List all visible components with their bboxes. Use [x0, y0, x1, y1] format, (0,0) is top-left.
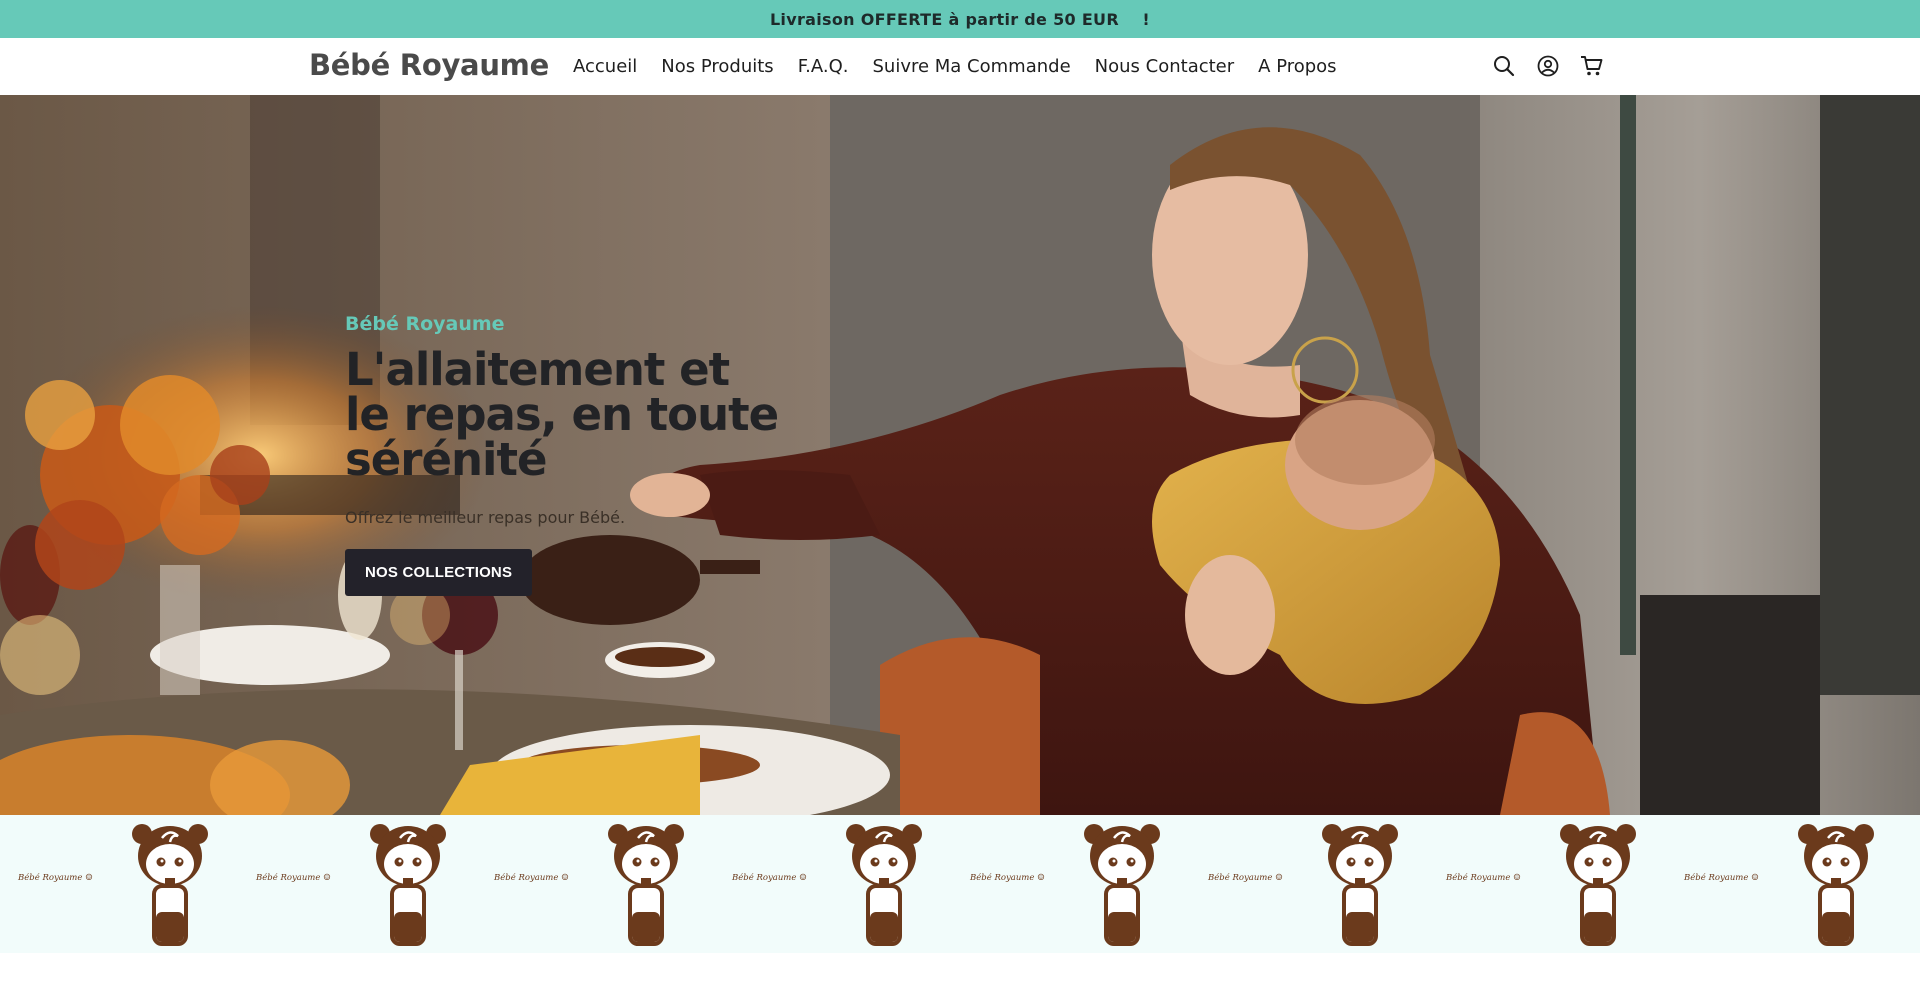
account-icon[interactable]	[1534, 52, 1562, 80]
pattern-mini-logo: Bébé Royaume ☺	[1208, 873, 1283, 883]
baby-bottle-mascot-icon	[1560, 824, 1636, 946]
pattern-mini-logo: Bébé Royaume ☺	[732, 873, 807, 883]
announcement-bar: Livraison OFFERTE à partir de 50 EUR !	[0, 0, 1920, 38]
baby-bottle-mascot-icon	[132, 824, 208, 946]
announcement-text: Livraison OFFERTE à partir de 50 EUR !	[769, 9, 1151, 29]
search-icon[interactable]	[1490, 52, 1518, 80]
pattern-mini-logo: Bébé Royaume ☺	[970, 873, 1045, 883]
nav-item-faq[interactable]: F.A.Q.	[798, 56, 849, 77]
site-logo[interactable]: Bébé Royaume	[309, 48, 549, 82]
brand-pattern-band: Bébé Royaume ☺ Bébé Royaume ☺ Bébé Royau…	[0, 815, 1920, 953]
hero-description: Offrez le meilleur repas pour Bébé.	[345, 508, 626, 527]
hero-content: Bébé Royaume L'allaitement et le repas, …	[345, 313, 785, 596]
hero-subheading: Bébé Royaume	[345, 313, 505, 335]
main-nav: Accueil Nos Produits F.A.Q. Suivre Ma Co…	[573, 38, 1361, 95]
cart-icon[interactable]	[1578, 52, 1606, 80]
pattern-unit: Bébé Royaume ☺	[952, 815, 1190, 953]
hero-title: L'allaitement et le repas, en toute séré…	[345, 343, 779, 486]
pattern-unit: Bébé Royaume ☺	[476, 815, 714, 953]
baby-bottle-mascot-icon	[608, 824, 684, 946]
nav-item-accueil[interactable]: Accueil	[573, 56, 637, 77]
pattern-unit: Bébé Royaume ☺	[1428, 815, 1666, 953]
header-actions	[1490, 52, 1622, 80]
baby-bottle-mascot-icon	[1084, 824, 1160, 946]
hero-banner: Bébé Royaume L'allaitement et le repas, …	[0, 95, 1920, 815]
nav-item-a-propos[interactable]: A Propos	[1258, 56, 1336, 77]
pattern-unit: Bébé Royaume ☺	[238, 815, 476, 953]
nav-item-suivre-commande[interactable]: Suivre Ma Commande	[872, 56, 1070, 77]
pattern-unit: Bébé Royaume ☺	[1666, 815, 1904, 953]
nav-item-nous-contacter[interactable]: Nous Contacter	[1095, 56, 1235, 77]
site-header: Bébé Royaume Accueil Nos Produits F.A.Q.…	[0, 38, 1920, 95]
pattern-unit: Bébé Royaume ☺	[1190, 815, 1428, 953]
collections-button[interactable]: NOS COLLECTIONS	[345, 549, 533, 596]
hero-photo	[0, 95, 1920, 815]
baby-bottle-mascot-icon	[370, 824, 446, 946]
pattern-mini-logo: Bébé Royaume ☺	[256, 873, 331, 883]
pattern-mini-logo: Bébé Royaume ☺	[1446, 873, 1521, 883]
pattern-unit: Bébé Royaume ☺	[714, 815, 952, 953]
pattern-mini-logo: Bébé Royaume ☺	[18, 873, 93, 883]
pattern-mini-logo: Bébé Royaume ☺	[1684, 873, 1759, 883]
nav-item-nos-produits[interactable]: Nos Produits	[661, 56, 773, 77]
baby-bottle-mascot-icon	[846, 824, 922, 946]
baby-bottle-mascot-icon	[1322, 824, 1398, 946]
pattern-unit: Bébé Royaume ☺	[0, 815, 238, 953]
pattern-unit: Bébé Royaume ☺	[1904, 815, 1920, 953]
pattern-mini-logo: Bébé Royaume ☺	[494, 873, 569, 883]
baby-bottle-mascot-icon	[1798, 824, 1874, 946]
